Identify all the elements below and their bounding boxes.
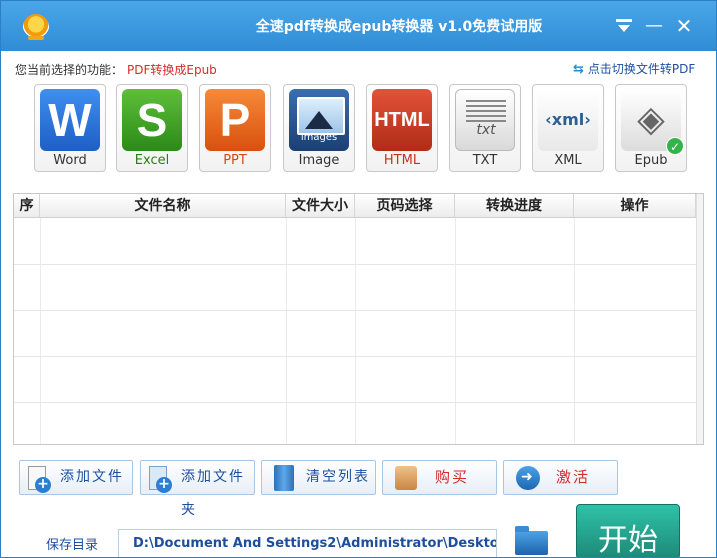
- column-divider: [574, 218, 575, 444]
- clear-list-label: 清空列表: [306, 469, 370, 485]
- format-txt-button[interactable]: txt TXT: [449, 84, 521, 172]
- column-header-pages[interactable]: 页码选择: [355, 194, 455, 218]
- column-header-filename[interactable]: 文件名称: [40, 194, 286, 218]
- ppt-icon: P: [205, 89, 265, 151]
- dropdown-icon: [616, 19, 632, 32]
- format-html-button[interactable]: HTML HTML: [366, 84, 438, 172]
- table-scrollbar[interactable]: [696, 194, 703, 444]
- format-label: TXT: [472, 153, 498, 168]
- epub-icon: ◈ ✓: [621, 89, 684, 155]
- format-label: Excel: [134, 153, 170, 168]
- column-divider: [286, 218, 287, 444]
- switch-mode-label: 点击切换文件转PDF: [587, 62, 696, 76]
- column-header-progress[interactable]: 转换进度: [455, 194, 574, 218]
- save-directory-input[interactable]: D:\Document And Settings2\Administrator\…: [118, 529, 497, 557]
- close-button[interactable]: ✕: [671, 13, 697, 39]
- format-ppt-button[interactable]: P PPT: [199, 84, 271, 172]
- minimize-button[interactable]: —: [641, 13, 667, 39]
- buy-button[interactable]: 购买: [382, 460, 497, 495]
- start-button[interactable]: 开始: [576, 504, 680, 557]
- trash-icon: [274, 465, 294, 491]
- activate-label: 激活: [556, 468, 591, 486]
- activate-button[interactable]: 激活: [503, 460, 618, 495]
- column-header-index[interactable]: 序: [14, 194, 40, 218]
- clear-list-button[interactable]: 清空列表: [261, 460, 376, 495]
- activate-arrow-icon: [516, 466, 540, 490]
- column-divider: [455, 218, 456, 444]
- swap-arrows-icon: ⇆: [573, 62, 584, 77]
- format-label: XML: [554, 153, 582, 168]
- xml-icon: ‹xml›: [538, 89, 598, 151]
- format-epub-button[interactable]: ◈ ✓ Epub: [615, 84, 687, 172]
- row-divider: [14, 356, 696, 357]
- column-header-filesize[interactable]: 文件大小: [286, 194, 355, 218]
- add-file-button[interactable]: 添加文件: [19, 460, 133, 495]
- function-label: 您当前选择的功能：: [15, 63, 124, 77]
- row-divider: [14, 310, 696, 311]
- buy-label: 购买: [435, 468, 470, 486]
- browse-folder-icon[interactable]: [515, 526, 548, 555]
- format-label: Word: [53, 153, 87, 168]
- image-icon: images: [289, 89, 349, 151]
- format-excel-button[interactable]: S Excel: [116, 84, 188, 172]
- column-header-actions[interactable]: 操作: [574, 194, 696, 218]
- format-label: PPT: [223, 153, 247, 168]
- table-header: 序 文件名称 文件大小 页码选择 转换进度 操作: [14, 194, 703, 218]
- add-folder-button[interactable]: 添加文件夹: [140, 460, 255, 518]
- file-table[interactable]: 序 文件名称 文件大小 页码选择 转换进度 操作: [13, 193, 704, 445]
- add-file-label: 添加文件: [60, 469, 124, 485]
- function-value: PDF转换成Epub: [127, 63, 217, 77]
- add-folder-label: 添加文件夹: [181, 469, 245, 518]
- format-xml-button[interactable]: ‹xml› XML: [532, 84, 604, 172]
- row-divider: [14, 264, 696, 265]
- app-window: 全速pdf转换成epub转换器 v1.0免费试用版 — ✕ 您当前选择的功能： …: [0, 0, 717, 558]
- column-divider: [40, 218, 41, 444]
- title-bar[interactable]: 全速pdf转换成epub转换器 v1.0免费试用版 — ✕: [1, 1, 716, 51]
- shopping-bag-icon: [395, 466, 417, 490]
- excel-icon: S: [122, 89, 182, 151]
- format-label: HTML: [383, 153, 421, 168]
- save-directory-label: 保存目录: [46, 538, 99, 553]
- menu-dropdown-button[interactable]: [611, 13, 637, 39]
- word-icon: W: [40, 89, 100, 151]
- add-folder-icon: [149, 466, 172, 493]
- column-divider: [355, 218, 356, 444]
- format-label: Epub: [634, 153, 668, 168]
- format-word-button[interactable]: W Word: [34, 84, 106, 172]
- switch-mode-link[interactable]: ⇆ 点击切换文件转PDF: [573, 60, 695, 77]
- row-divider: [14, 402, 696, 403]
- window-title: 全速pdf转换成epub转换器 v1.0免费试用版: [255, 19, 543, 35]
- html-icon: HTML: [372, 89, 432, 151]
- add-file-icon: [28, 466, 51, 493]
- format-image-button[interactable]: images Image: [283, 84, 355, 172]
- format-label: Image: [298, 153, 340, 168]
- txt-icon: txt: [455, 89, 515, 151]
